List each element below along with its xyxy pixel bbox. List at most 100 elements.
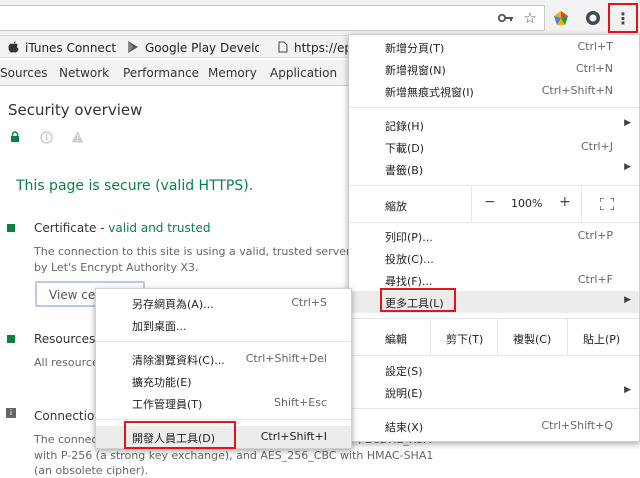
tab-application[interactable]: Application [270,66,337,80]
copy-button[interactable]: 複製(C) [513,331,551,347]
tab-sources[interactable]: Sources [0,66,47,80]
menu-label: 結束(X) [385,421,424,434]
menu-label: 設定(S) [385,365,423,378]
menu-label: 另存網頁為(A)... [132,298,214,311]
lock-icon[interactable] [10,131,20,146]
bookmark-google-play[interactable]: Google Play Develo [127,39,259,57]
menu-item-incognito[interactable]: 新增無痕式視窗(I) Ctrl+Shift+N [349,80,639,102]
menu-label: 列印(P)... [385,231,433,244]
menu-shortcut: Ctrl+Shift+N [541,84,613,97]
menu-label: 新增無痕式視窗(I) [385,86,474,99]
menu-shortcut: Ctrl+T [577,40,613,53]
menu-shortcut: Ctrl+F [577,273,613,286]
menu-label: 記錄(H) [385,120,424,133]
menu-shortcut: Ctrl+Shift+Q [541,419,613,432]
key-icon[interactable] [497,9,515,27]
menu-shortcut: Ctrl+Shift+I [260,430,327,443]
resources-heading: Resources - [34,332,104,346]
menu-shortcut: Shift+Esc [274,396,327,409]
submenu-item-task-manager[interactable]: 工作管理員(T) Shift+Esc [96,392,351,414]
certificate-status: valid and trusted [108,221,211,235]
menu-item-print[interactable]: 列印(P)... Ctrl+P [349,225,639,247]
menu-separator [349,222,639,223]
menu-label: 投放(C)... [385,253,434,266]
menu-shortcut: Ctrl+P [577,229,613,242]
certificate-issuer: by Let's Encrypt Authority X3. [34,261,199,274]
zoom-label: 縮放 [385,200,407,213]
menu-separator [96,419,351,420]
zoom-out-button[interactable]: − [484,194,496,210]
zoom-level: 100% [511,197,543,210]
menu-label: 尋找(F)... [385,275,433,288]
submenu-arrow-icon: ▶ [624,385,631,395]
chrome-main-menu: 新增分頁(T) Ctrl+T 新增視窗(N) Ctrl+N 新增無痕式視窗(I)… [348,34,640,442]
menu-row-zoom: 縮放 − 100% + [349,186,639,222]
warning-icon[interactable] [71,131,84,146]
play-icon [127,40,139,56]
browser-toolbar: ☆ ⋮ [0,0,640,36]
menu-label: 說明(E) [385,387,423,400]
bookmark-itunes-connect[interactable]: iTunes Connect [8,39,116,57]
apple-icon [8,40,19,56]
page-icon [278,41,288,56]
tab-memory[interactable]: Memory [208,66,257,80]
edit-label: 編輯 [385,333,407,346]
menu-separator [349,408,639,409]
connection-info-icon: i [6,408,16,418]
submenu-item-add-to-desktop[interactable]: 加到桌面... [96,314,351,336]
connection-heading: Connection [34,409,102,423]
tab-network[interactable]: Network [59,66,109,80]
more-tools-highlight-box [380,288,456,312]
menu-item-new-window[interactable]: 新增視窗(N) Ctrl+N [349,58,639,80]
menu-separator [96,341,351,342]
cut-button[interactable]: 剪下(T) [446,331,483,347]
menu-item-bookmarks[interactable]: 書籤(B) ▶ [349,158,639,180]
menu-item-help[interactable]: 說明(E) ▶ [349,381,639,403]
menu-label: 加到桌面... [132,320,187,333]
menu-item-history[interactable]: 記錄(H) ▶ [349,114,639,136]
paste-button[interactable]: 貼上(P) [583,331,620,347]
submenu-arrow-icon: ▶ [624,118,631,128]
menu-label: 工作管理員(T) [132,398,203,411]
zoom-in-button[interactable]: + [559,194,571,210]
resources-status-square [7,335,15,343]
menu-item-new-tab[interactable]: 新增分頁(T) Ctrl+T [349,36,639,58]
bookmark-url[interactable]: https://ep [278,39,348,57]
menu-label: 清除瀏覽資料(C)... [132,354,225,367]
chrome-menu-button[interactable]: ⋮ [608,3,638,33]
submenu-arrow-icon: ▶ [624,162,631,172]
info-icon[interactable] [40,131,53,147]
submenu-item-save-as[interactable]: 另存網頁為(A)... Ctrl+S [96,292,351,314]
submenu-arrow-icon: ▶ [624,295,631,305]
resources-description: All resource [34,356,99,369]
connection-description: The connect [34,433,102,446]
menu-shortcut: Ctrl+S [291,296,327,309]
star-icon[interactable]: ☆ [521,9,539,27]
colorful-extension-icon[interactable] [552,9,570,27]
submenu-item-extensions[interactable]: 擴充功能(E) [96,370,351,392]
certificate-label: Certificate - [34,221,109,235]
bookmark-label: Google Play Develo [145,41,259,55]
security-overview-title: Security overview [8,101,143,119]
menu-shortcut: Ctrl+N [575,62,613,75]
menu-shortcut: Ctrl+J [580,140,613,153]
certificate-status-square [7,224,15,232]
menu-item-cast[interactable]: 投放(C)... [349,247,639,269]
menu-label: 擴充功能(E) [132,376,192,389]
menu-shortcut: Ctrl+Shift+Del [245,352,327,365]
submenu-item-clear-browsing-data[interactable]: 清除瀏覽資料(C)... Ctrl+Shift+Del [96,348,351,370]
secure-message: This page is secure (valid HTTPS). [16,178,254,194]
connection-cipher-details: with P-256 (a strong key exchange), and … [34,449,434,462]
menu-label: 新增視窗(N) [385,64,446,77]
menu-separator [349,107,639,108]
tab-performance[interactable]: Performance [123,66,199,80]
address-bar[interactable] [0,5,545,31]
shield-extension-icon[interactable] [584,9,602,27]
menu-item-settings[interactable]: 設定(S) [349,359,639,381]
bookmark-label: https://ep [294,41,348,55]
developer-tools-highlight-box [124,421,236,449]
menu-item-exit[interactable]: 結束(X) Ctrl+Shift+Q [349,415,639,437]
menu-item-downloads[interactable]: 下載(D) Ctrl+J [349,136,639,158]
certificate-heading: Certificate - valid and trusted [34,221,210,235]
fullscreen-icon[interactable] [599,197,615,213]
